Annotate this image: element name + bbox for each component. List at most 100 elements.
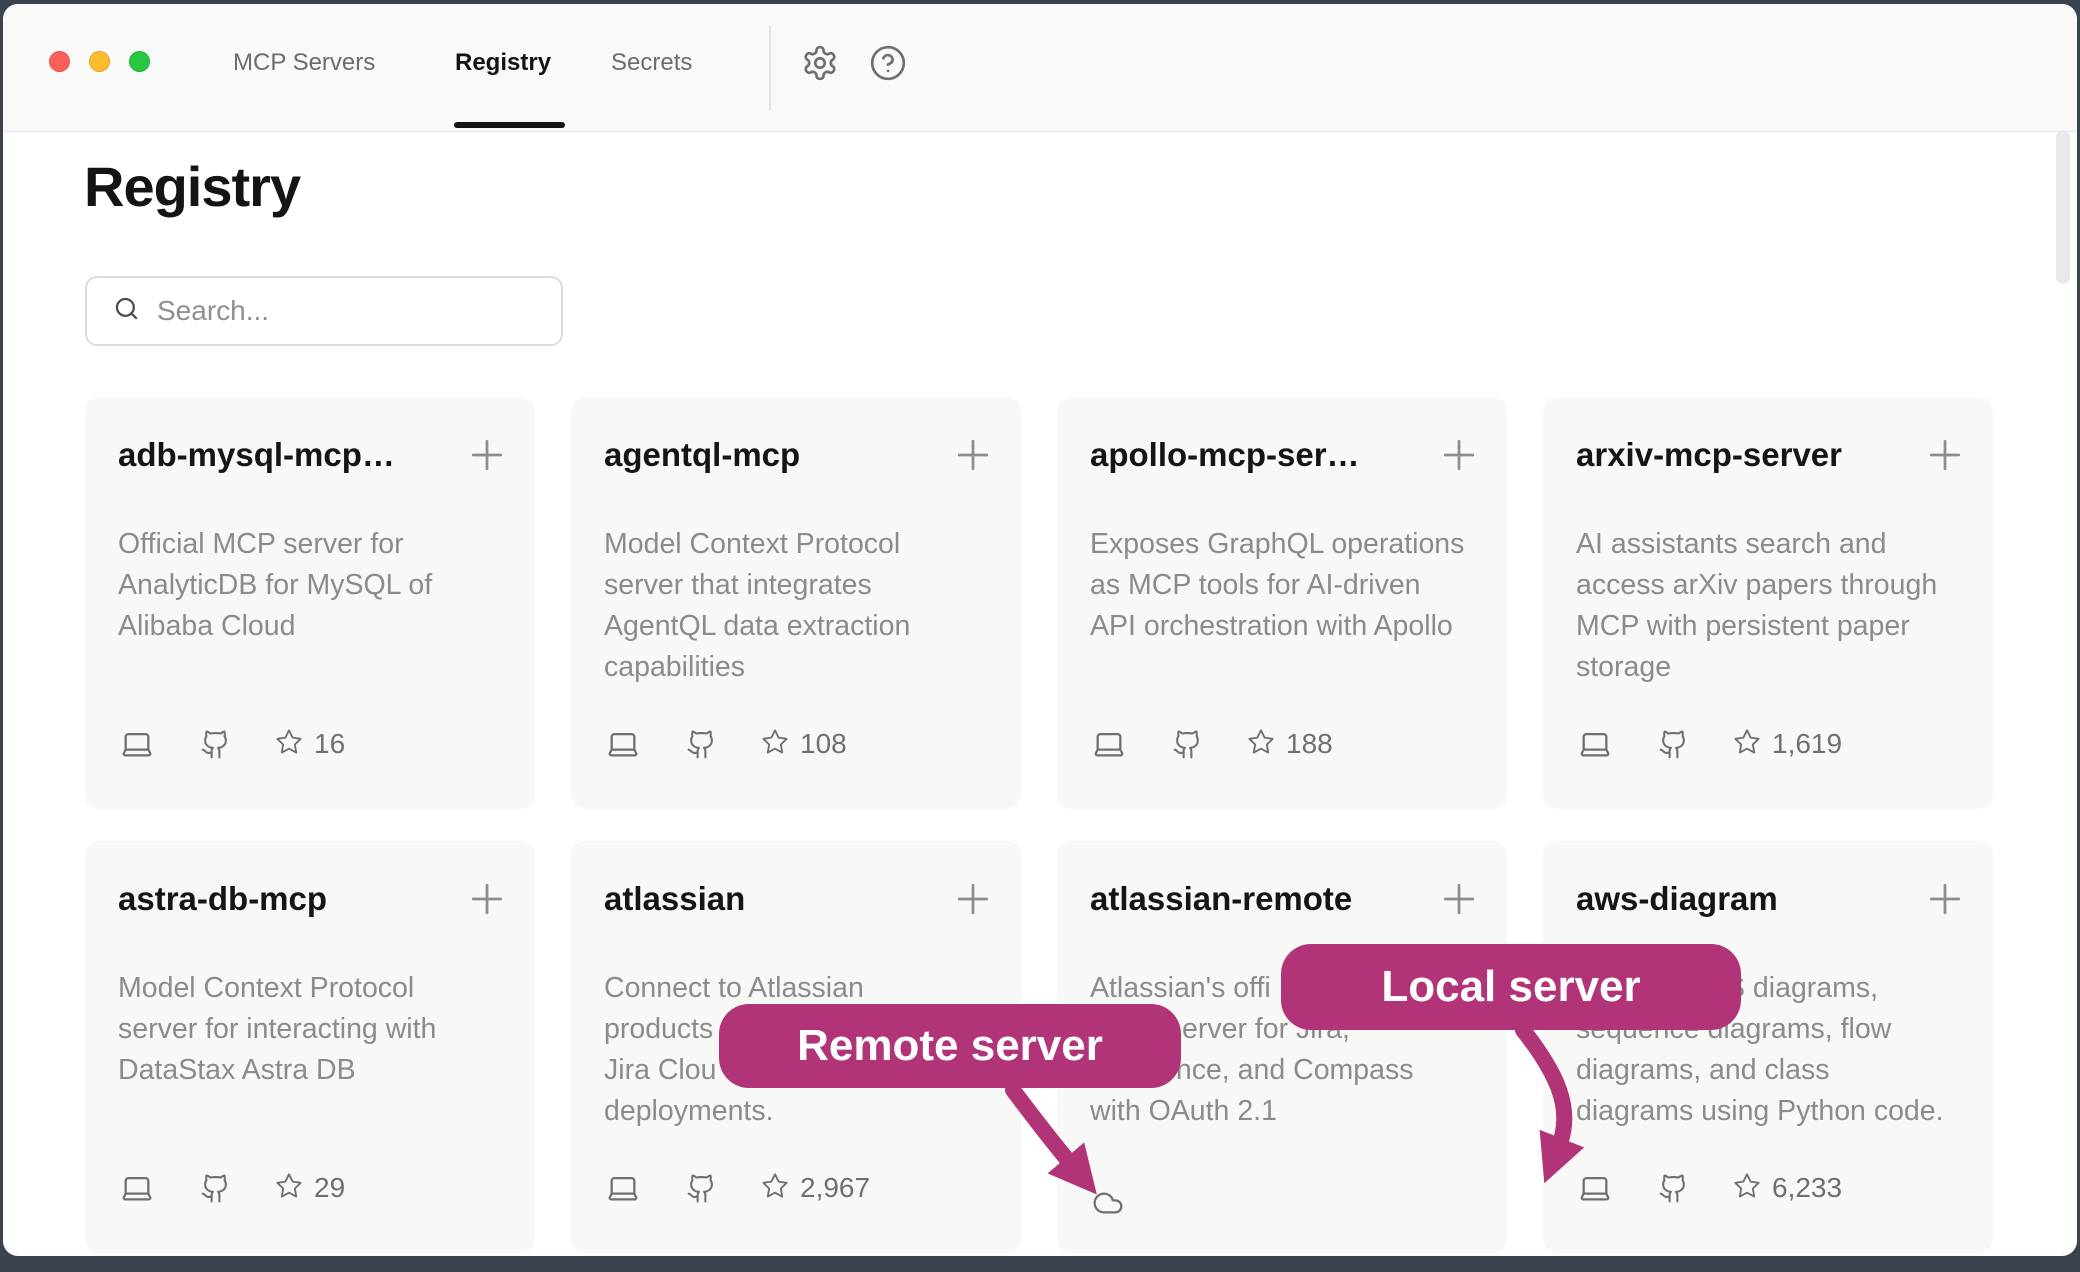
card-footer: 188: [1090, 727, 1333, 761]
server-description: Model Context Protocolserver that integr…: [571, 524, 1021, 688]
server-name: apollo-mcp-ser…: [1090, 435, 1360, 475]
server-description: AI assistants search andaccess arXiv pap…: [1543, 524, 1993, 688]
description-line: Alibaba Cloud: [118, 606, 502, 647]
plus-icon: [1441, 905, 1477, 920]
add-server-button[interactable]: [955, 881, 991, 920]
server-description: Exposes GraphQL operationsas MCP tools f…: [1057, 524, 1507, 647]
settings-button[interactable]: [800, 44, 840, 84]
description-line: as MCP tools for AI-driven: [1090, 565, 1474, 606]
server-card-aws-diagram[interactable]: aws-diagram S diagrams,sequence diagrams…: [1543, 841, 1993, 1253]
server-name: aws-diagram: [1576, 879, 1778, 919]
server-card-adb-mysql-mcp[interactable]: adb-mysql-mcp… Official MCP server forAn…: [85, 397, 535, 809]
server-name: agentql-mcp: [604, 435, 800, 475]
server-description: Model Context Protocolserver for interac…: [85, 968, 535, 1091]
description-line: Model Context Protocol: [118, 968, 502, 1009]
laptop-icon: [604, 1171, 642, 1205]
plus-icon: [469, 461, 505, 476]
server-card-agentql-mcp[interactable]: agentql-mcp Model Context Protocolserver…: [571, 397, 1021, 809]
star-count: 188: [1286, 728, 1333, 760]
plus-icon: [469, 905, 505, 920]
search-input[interactable]: [157, 295, 537, 327]
cloud-icon: [1090, 1187, 1126, 1219]
card-footer: 6,233: [1576, 1171, 1842, 1205]
app-window: MCP Servers Registry Secrets Re: [3, 4, 2077, 1256]
annotation-label: Remote server: [797, 1021, 1103, 1071]
github-icon: [1658, 729, 1689, 760]
card-footer: 2,967: [604, 1171, 870, 1205]
help-button[interactable]: [868, 44, 908, 84]
star-count: 2,967: [800, 1172, 870, 1204]
search-icon: [87, 295, 140, 327]
card-footer: 1,619: [1576, 727, 1842, 761]
add-server-button[interactable]: [1441, 437, 1477, 476]
close-window-button[interactable]: [49, 51, 70, 72]
card-footer: 108: [604, 727, 847, 761]
description-line: storage: [1576, 647, 1960, 688]
star-count: 108: [800, 728, 847, 760]
server-name: adb-mysql-mcp…: [118, 435, 395, 475]
star-count-group: 6,233: [1733, 1172, 1842, 1205]
card-footer: 29: [118, 1171, 345, 1205]
server-name: arxiv-mcp-server: [1576, 435, 1842, 475]
add-server-button[interactable]: [1441, 881, 1477, 920]
card-footer: [1090, 1187, 1126, 1219]
add-server-button[interactable]: [469, 437, 505, 476]
description-line: Exposes GraphQL operations: [1090, 524, 1474, 565]
card-footer: 16: [118, 727, 345, 761]
description-line: Official MCP server for: [118, 524, 502, 565]
description-line: DataStax Astra DB: [118, 1050, 502, 1091]
star-count: 29: [314, 1172, 345, 1204]
description-line: deployments.: [604, 1091, 988, 1132]
add-server-button[interactable]: [469, 881, 505, 920]
add-server-button[interactable]: [955, 437, 991, 476]
laptop-icon: [118, 727, 156, 761]
star-count-group: 108: [761, 728, 847, 761]
tab-mcp-servers[interactable]: MCP Servers: [233, 44, 375, 82]
description-line: Model Context Protocol: [604, 524, 988, 565]
titlebar: MCP Servers Registry Secrets: [3, 4, 2077, 132]
server-card-apollo-mcp-ser[interactable]: apollo-mcp-ser… Exposes GraphQL operatio…: [1057, 397, 1507, 809]
server-card-arxiv-mcp-server[interactable]: arxiv-mcp-server AI assistants search an…: [1543, 397, 1993, 809]
search-box[interactable]: [85, 276, 563, 346]
server-description: Official MCP server forAnalyticDB for My…: [85, 524, 535, 647]
tab-secrets[interactable]: Secrets: [611, 44, 692, 82]
github-icon: [686, 729, 717, 760]
description-line: AnalyticDB for MySQL of: [118, 565, 502, 606]
description-line: with OAuth 2.1: [1090, 1091, 1474, 1132]
plus-icon: [1927, 461, 1963, 476]
star-icon: [275, 728, 303, 761]
plus-icon: [955, 461, 991, 476]
description-line: server that integrates: [604, 565, 988, 606]
description-line: diagrams using Python code.: [1576, 1091, 1960, 1132]
star-icon: [1247, 728, 1275, 761]
description-line: API orchestration with Apollo: [1090, 606, 1474, 647]
laptop-icon: [1576, 727, 1614, 761]
add-server-button[interactable]: [1927, 881, 1963, 920]
zoom-window-button[interactable]: [129, 51, 150, 72]
star-count: 16: [314, 728, 345, 760]
minimize-window-button[interactable]: [89, 51, 110, 72]
star-count-group: 188: [1247, 728, 1333, 761]
description-line: capabilities: [604, 647, 988, 688]
header-divider: [769, 26, 771, 110]
add-server-button[interactable]: [1927, 437, 1963, 476]
server-card-astra-db-mcp[interactable]: astra-db-mcp Model Context Protocolserve…: [85, 841, 535, 1253]
annotation-remote-server: Remote server: [719, 1004, 1181, 1088]
laptop-icon: [604, 727, 642, 761]
tab-registry[interactable]: Registry: [455, 44, 551, 82]
laptop-icon: [1090, 727, 1128, 761]
description-line: diagrams, and class: [1576, 1050, 1960, 1091]
gear-icon: [801, 70, 839, 85]
star-count: 6,233: [1772, 1172, 1842, 1204]
page-title: Registry: [84, 154, 300, 220]
laptop-icon: [118, 1171, 156, 1205]
github-icon: [1658, 1173, 1689, 1204]
server-name: atlassian: [604, 879, 745, 919]
scrollbar-thumb[interactable]: [2056, 130, 2070, 284]
plus-icon: [1927, 905, 1963, 920]
question-circle-icon: [869, 70, 907, 85]
annotation-label: Local server: [1381, 962, 1640, 1012]
star-count-group: 16: [275, 728, 345, 761]
description-line: MCP with persistent paper: [1576, 606, 1960, 647]
star-icon: [1733, 728, 1761, 761]
